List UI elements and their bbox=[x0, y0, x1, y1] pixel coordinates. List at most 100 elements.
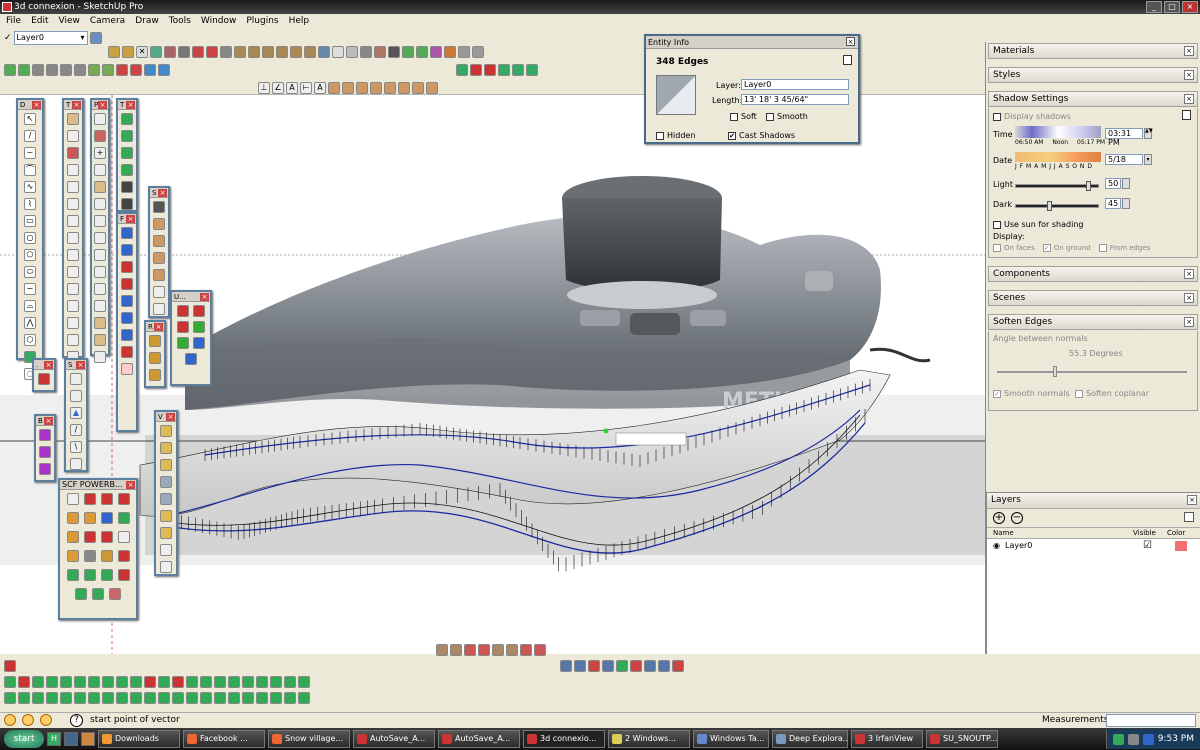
section-icon[interactable] bbox=[444, 46, 456, 58]
add-layer-icon[interactable]: + bbox=[993, 512, 1005, 524]
sandbox-icon[interactable] bbox=[402, 46, 414, 58]
layers-close-icon[interactable]: × bbox=[1187, 495, 1197, 505]
pan-tool-icon[interactable] bbox=[67, 300, 79, 312]
scf-2-icon[interactable] bbox=[83, 493, 96, 505]
rotate-tool-icon[interactable] bbox=[67, 181, 79, 193]
followme-tool-icon[interactable] bbox=[67, 249, 79, 261]
entity-info-close[interactable]: × bbox=[846, 37, 855, 46]
curve-tool-icon[interactable]: ⌓ bbox=[24, 300, 36, 312]
entity-layer-select[interactable]: Layer0 bbox=[741, 79, 849, 90]
look-around-icon[interactable] bbox=[158, 64, 170, 76]
bt-d9-icon[interactable] bbox=[116, 676, 128, 688]
section-cut-icon[interactable] bbox=[472, 46, 484, 58]
paint-tool-icon[interactable] bbox=[67, 147, 79, 159]
bt-b2-icon[interactable] bbox=[574, 660, 586, 672]
bt-d17-icon[interactable] bbox=[228, 676, 240, 688]
scenes-panel-header[interactable]: Scenes × bbox=[988, 290, 1198, 306]
geolocation-icon[interactable] bbox=[4, 714, 16, 726]
scf-powerbar-close[interactable]: × bbox=[126, 481, 135, 489]
v-toolbar-close[interactable]: × bbox=[166, 413, 175, 421]
prim-12-icon[interactable] bbox=[94, 300, 106, 312]
scf-3-icon[interactable] bbox=[100, 493, 113, 505]
b-2-icon[interactable] bbox=[39, 446, 51, 458]
task-snow-village[interactable]: Snow village... bbox=[268, 730, 350, 748]
scf-13-icon[interactable] bbox=[66, 550, 79, 562]
menu-view[interactable]: View bbox=[59, 14, 80, 28]
shape-3-icon[interactable] bbox=[153, 235, 165, 247]
back-view-icon[interactable] bbox=[290, 46, 302, 58]
scenes-close-icon[interactable]: × bbox=[1184, 293, 1194, 303]
textured-icon[interactable] bbox=[374, 46, 386, 58]
orbit-icon[interactable] bbox=[328, 82, 340, 94]
bt-e14-icon[interactable] bbox=[186, 692, 198, 704]
scf-6-icon[interactable] bbox=[83, 512, 96, 524]
scf-8-icon[interactable] bbox=[117, 512, 130, 524]
menu-plugins[interactable]: Plugins bbox=[246, 14, 278, 28]
bt-e11-icon[interactable] bbox=[144, 692, 156, 704]
bt-d18-icon[interactable] bbox=[242, 676, 254, 688]
soften-close-icon[interactable]: × bbox=[1184, 317, 1194, 327]
fredo-3-icon[interactable] bbox=[121, 261, 133, 273]
undo-icon[interactable] bbox=[192, 46, 204, 58]
maximize-button[interactable]: □ bbox=[1164, 1, 1180, 13]
primitives-toolbar-close[interactable]: × bbox=[98, 101, 107, 109]
util-2-icon[interactable] bbox=[193, 305, 205, 317]
date-field[interactable]: 5/18 bbox=[1105, 154, 1143, 165]
prim-7-icon[interactable] bbox=[94, 215, 106, 227]
prim-1-icon[interactable] bbox=[94, 113, 106, 125]
bezier-tool-icon[interactable]: ∿ bbox=[24, 181, 36, 193]
bt-e9-icon[interactable] bbox=[116, 692, 128, 704]
bt-d20-icon[interactable] bbox=[270, 676, 282, 688]
redo-icon[interactable] bbox=[206, 46, 218, 58]
hidden-checkbox-row[interactable]: Hidden bbox=[656, 131, 695, 140]
v-6-icon[interactable] bbox=[160, 510, 172, 522]
zigzag-tool-icon[interactable]: ⋀ bbox=[24, 317, 36, 329]
menu-draw[interactable]: Draw bbox=[135, 14, 159, 28]
task-irfanview[interactable]: 3 IrfanView bbox=[851, 730, 923, 748]
materials-panel-header[interactable]: Materials × bbox=[988, 43, 1198, 59]
v-2-icon[interactable] bbox=[160, 442, 172, 454]
move-tool-icon[interactable] bbox=[67, 164, 79, 176]
fredo-6-icon[interactable] bbox=[121, 312, 133, 324]
bt-a6-icon[interactable] bbox=[506, 644, 518, 656]
zoom-tool-icon[interactable] bbox=[67, 317, 79, 329]
prim-14-icon[interactable] bbox=[94, 334, 106, 346]
left-view-icon[interactable] bbox=[304, 46, 316, 58]
bt-e18-icon[interactable] bbox=[242, 692, 254, 704]
bt-d6-icon[interactable] bbox=[74, 676, 86, 688]
b-1-icon[interactable] bbox=[39, 429, 51, 441]
scf-21-icon[interactable] bbox=[75, 588, 87, 600]
shape-4-icon[interactable] bbox=[153, 252, 165, 264]
scf-18-icon[interactable] bbox=[83, 569, 96, 581]
fredo-4-icon[interactable] bbox=[121, 278, 133, 290]
scf-14-icon[interactable] bbox=[83, 550, 96, 562]
menu-window[interactable]: Window bbox=[201, 14, 237, 28]
cut-icon[interactable]: ✕ bbox=[136, 46, 148, 58]
use-sun-row[interactable]: Use sun for shading bbox=[993, 220, 1083, 229]
grid-icon[interactable] bbox=[456, 64, 468, 76]
prim-3-icon[interactable]: + bbox=[94, 147, 106, 159]
shape-6-icon[interactable] bbox=[153, 286, 165, 298]
bt-d1-icon[interactable] bbox=[4, 676, 16, 688]
date-slider-track[interactable] bbox=[1015, 152, 1101, 162]
freehand-tool-icon[interactable]: ~ bbox=[24, 147, 36, 159]
smooth-checkbox[interactable] bbox=[766, 112, 774, 121]
smooth-normals-row[interactable]: ✓ Smooth normals bbox=[993, 389, 1070, 398]
prim-13-icon[interactable] bbox=[94, 317, 106, 329]
front-view-icon[interactable] bbox=[262, 46, 274, 58]
task-3d-connexion[interactable]: 3d connexio... bbox=[523, 730, 605, 748]
view-3-icon[interactable] bbox=[121, 147, 133, 159]
scf-9-icon[interactable] bbox=[66, 531, 79, 543]
record-icon[interactable] bbox=[130, 64, 142, 76]
bt-a4-icon[interactable] bbox=[478, 644, 490, 656]
bt-e17-icon[interactable] bbox=[228, 692, 240, 704]
bt-d12-icon[interactable] bbox=[158, 676, 170, 688]
render-3-icon[interactable] bbox=[149, 369, 161, 381]
display-shadows-row[interactable]: Display shadows bbox=[993, 112, 1071, 121]
spline-tool-icon[interactable]: ∽ bbox=[24, 283, 36, 295]
task-autosave-2[interactable]: AutoSave_A... bbox=[438, 730, 520, 748]
bt-e22-icon[interactable] bbox=[298, 692, 310, 704]
bt-e15-icon[interactable] bbox=[200, 692, 212, 704]
smooth-checkbox-row[interactable]: Smooth bbox=[766, 112, 808, 121]
light-spinner[interactable] bbox=[1122, 178, 1130, 189]
